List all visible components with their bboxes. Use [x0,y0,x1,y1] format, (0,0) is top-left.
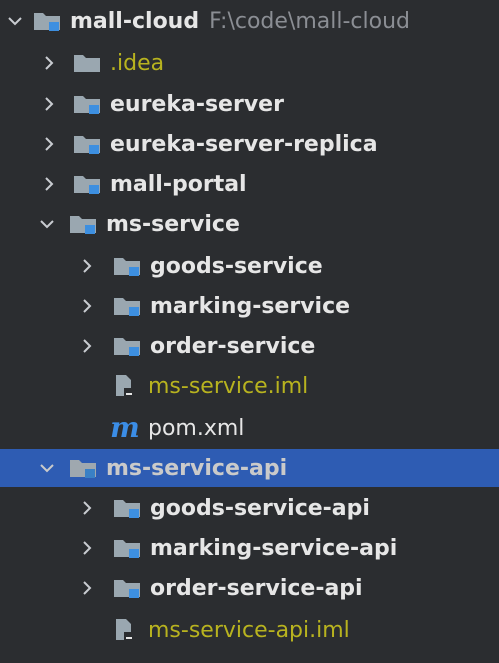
chevron-right-icon[interactable] [40,175,58,193]
tree-node-eureka-server-replica[interactable]: eureka-server-replica [0,125,499,163]
chevron-right-icon[interactable] [78,257,96,275]
module-folder-icon [72,93,102,115]
module-folder-icon [68,213,98,235]
tree-node-label: marking-service-api [150,535,398,561]
chevron-right-icon[interactable] [78,539,96,557]
tree-node-label: mall-portal [110,171,247,197]
tree-node-label: goods-service-api [150,495,370,521]
tree-node-pom-xml[interactable]: m pom.xml [0,409,499,447]
tree-node-goods-service[interactable]: goods-service [0,247,499,285]
module-folder-icon [112,497,142,519]
tree-node-label: pom.xml [148,415,245,441]
project-path: F:\code\mall-cloud [209,8,410,34]
chevron-right-icon[interactable] [78,337,96,355]
iml-file-icon [110,619,140,642]
chevron-right-icon[interactable] [40,135,58,153]
tree-node-ms-service-iml[interactable]: ms-service.iml [0,367,499,405]
chevron-right-icon[interactable] [78,579,96,597]
tree-node-order-service-api[interactable]: order-service-api [0,569,499,607]
tree-node-ms-service-api-iml[interactable]: ms-service-api.iml [0,611,499,649]
tree-node-label: mall-cloud [70,8,200,34]
tree-node-label: ms-service.iml [148,373,309,399]
tree-node-eureka-server[interactable]: eureka-server [0,85,499,123]
module-folder-icon [112,335,142,357]
chevron-down-icon[interactable] [38,459,56,477]
chevron-down-icon[interactable] [6,12,24,30]
maven-icon: m [110,411,140,444]
tree-node-marking-service-api[interactable]: marking-service-api [0,529,499,567]
chevron-right-icon[interactable] [40,95,58,113]
chevron-down-icon[interactable] [38,215,56,233]
module-folder-icon [68,457,98,479]
module-folder-icon [72,173,102,195]
module-folder-icon [72,133,102,155]
tree-node-ms-service-api[interactable]: ms-service-api [0,449,499,487]
tree-node-goods-service-api[interactable]: goods-service-api [0,489,499,527]
tree-node-label: marking-service [150,293,351,319]
tree-node-marking-service[interactable]: marking-service [0,287,499,325]
tree-node-ms-service[interactable]: ms-service [0,205,499,243]
tree-node-partial-maven[interactable]: m [0,652,499,663]
module-folder-icon [112,295,142,317]
tree-node-label: order-service-api [150,575,363,601]
iml-file-icon [110,375,140,398]
module-folder-icon [112,537,142,559]
tree-node-label: eureka-server-replica [110,131,378,157]
tree-node-mall-cloud[interactable]: mall-cloud F:\code\mall-cloud [0,2,499,40]
tree-node-label: ms-service-api [106,455,288,481]
tree-node-label: goods-service [150,253,323,279]
tree-node-idea[interactable]: .idea [0,44,499,82]
tree-node-label: ms-service-api.iml [148,617,350,643]
module-folder-icon [112,577,142,599]
folder-icon [72,52,102,74]
maven-glyph: m [110,411,140,444]
tree-node-order-service[interactable]: order-service [0,327,499,365]
tree-node-label: .idea [110,50,165,76]
project-tree: mall-cloud F:\code\mall-cloud .idea eure… [0,0,499,663]
module-folder-icon [112,255,142,277]
module-folder-icon [32,10,62,32]
chevron-right-icon[interactable] [78,297,96,315]
chevron-right-icon[interactable] [40,54,58,72]
tree-node-label: eureka-server [110,91,284,117]
tree-node-mall-portal[interactable]: mall-portal [0,165,499,203]
tree-node-label: ms-service [106,211,240,237]
chevron-right-icon[interactable] [78,499,96,517]
tree-node-label: order-service [150,333,316,359]
